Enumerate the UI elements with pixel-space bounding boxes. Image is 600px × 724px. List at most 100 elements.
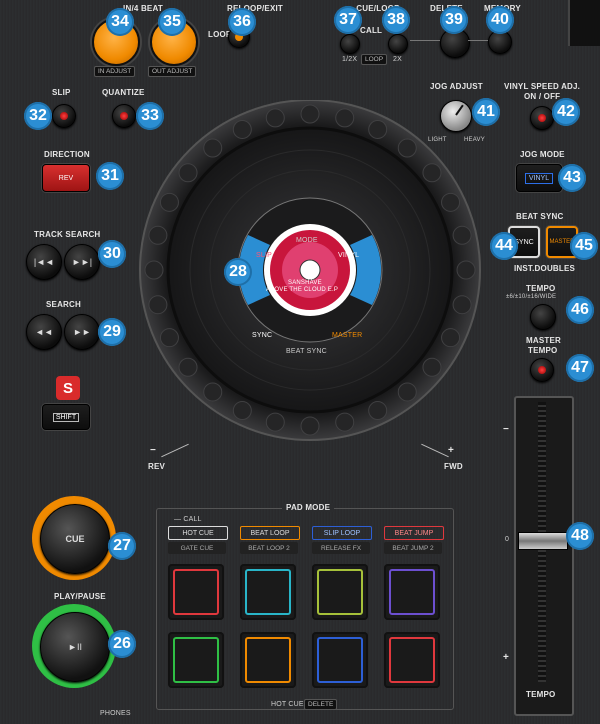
callout-30: 30 — [98, 240, 126, 268]
vinyl-mode-button[interactable]: VINYL — [516, 164, 562, 192]
jog-rim-dimple — [265, 412, 285, 432]
callout-39: 39 — [440, 6, 468, 34]
search-back-button[interactable]: ◄◄ — [26, 314, 62, 350]
delete-bottom-label: DELETE — [304, 699, 338, 710]
jog-rim-dimple — [368, 119, 388, 139]
slip-loop-mode-button[interactable]: SLIP LOOP — [312, 526, 372, 540]
dj-deck-panel: IN/4 BEAT IN ADJUST OUT ADJUST LOOP RELO… — [0, 0, 600, 724]
callout-29: 29 — [98, 318, 126, 346]
callout-38: 38 — [382, 6, 410, 34]
jog-rim-dimple — [441, 328, 461, 348]
tempo-plus-mark: + — [503, 652, 510, 663]
jog-rim-dimple — [397, 138, 417, 158]
performance-pad-5[interactable] — [168, 632, 224, 688]
phones-label: PHONES — [100, 710, 131, 717]
connector-line-2 — [468, 40, 488, 41]
vinyl-speed-label: VINYL SPEED ADJ. — [504, 82, 581, 91]
slip-button[interactable] — [52, 104, 76, 128]
pad-led-ring — [245, 569, 291, 615]
pad-led-ring — [389, 569, 435, 615]
vinyl-speed-button[interactable] — [530, 106, 554, 130]
track-search-prev-button[interactable]: |◄◄ — [26, 244, 62, 280]
skip-back-icon: |◄◄ — [33, 257, 55, 267]
performance-pad-8[interactable] — [384, 632, 440, 688]
slip-led-icon — [60, 112, 68, 120]
jog-rim-dimple — [335, 108, 355, 128]
jog-rim-dimple — [397, 382, 417, 402]
jog-rim-dimple — [265, 108, 285, 128]
pad-call-label: — CALL — [174, 516, 202, 523]
shift-indicator-badge: S — [56, 376, 80, 400]
pad-led-ring — [317, 569, 363, 615]
jog-rim-dimple — [232, 401, 252, 421]
performance-pad-6[interactable] — [240, 632, 296, 688]
jog-rim-dimple — [300, 416, 320, 436]
beat-loop-mode-button[interactable]: BEAT LOOP — [240, 526, 300, 540]
hot-cue-mode-button[interactable]: HOT CUE — [168, 526, 228, 540]
tempo-fader-handle[interactable] — [518, 532, 568, 550]
callout-26: 26 — [108, 630, 136, 658]
fast-forward-icon: ►► — [73, 327, 91, 337]
track-search-label: TRACK SEARCH — [34, 230, 101, 239]
performance-pad-3[interactable] — [312, 564, 368, 620]
callout-31: 31 — [96, 162, 124, 190]
callout-47: 47 — [566, 354, 594, 382]
search-label: SEARCH — [46, 300, 81, 309]
performance-pad-7[interactable] — [312, 632, 368, 688]
callout-41: 41 — [472, 98, 500, 126]
search-forward-button[interactable]: ►► — [64, 314, 100, 350]
jog-rim-dimple — [456, 260, 476, 280]
call-double-button[interactable] — [388, 34, 408, 54]
jog-rim-dimple — [452, 225, 472, 245]
top-right-frame — [568, 0, 600, 46]
pad-led-ring — [173, 569, 219, 615]
jog-adjust-label: JOG ADJUST — [430, 82, 483, 91]
pad-led-ring — [173, 637, 219, 683]
gate-cue-label: GATE CUE — [168, 542, 226, 554]
jog-adjust-knob[interactable] — [440, 100, 472, 132]
jog-sync-text: SYNC — [252, 332, 273, 339]
call-label: CALL — [360, 26, 383, 35]
performance-pad-4[interactable] — [384, 564, 440, 620]
knob-pointer-icon — [455, 104, 464, 116]
beat-loop-2-label: BEAT LOOP 2 — [240, 542, 298, 554]
slip-label: SLIP — [52, 88, 71, 97]
jog-artist-text: SANSHAVE — [288, 280, 322, 286]
callout-34: 34 — [106, 8, 134, 36]
hot-cue-bottom-label: HOT CUE — [268, 701, 307, 708]
rev-label: REV — [148, 462, 166, 471]
jog-master-text: MASTER — [332, 332, 363, 339]
play-pause-button[interactable]: ►II — [40, 612, 110, 682]
callout-45: 45 — [570, 232, 598, 260]
jog-rim-dimple — [452, 295, 472, 315]
shift-button[interactable]: SHIFT — [42, 404, 90, 430]
jog-rim-dimple — [203, 138, 223, 158]
track-search-next-button[interactable]: ►►| — [64, 244, 100, 280]
call-half-button[interactable] — [340, 34, 360, 54]
callout-46: 46 — [566, 296, 594, 324]
tempo-label: TEMPO — [526, 284, 556, 293]
pad-mode-label: PAD MODE — [282, 503, 335, 512]
fwd-label: FWD — [444, 462, 463, 471]
tempo-range-button[interactable] — [530, 304, 556, 330]
vinyl-speed-sub: ON / OFF — [524, 92, 561, 101]
jog-rim-dimple — [232, 119, 252, 139]
performance-pad-1[interactable] — [168, 564, 224, 620]
performance-pad-2[interactable] — [240, 564, 296, 620]
release-fx-label: RELEASE FX — [312, 542, 370, 554]
cue-button[interactable]: CUE — [40, 504, 110, 574]
beat-jump-mode-button[interactable]: BEAT JUMP — [384, 526, 444, 540]
double-label: 2X — [393, 56, 402, 63]
jog-rim-dimple — [335, 412, 355, 432]
jog-rim-dimple — [159, 192, 179, 212]
master-tempo-button[interactable] — [530, 358, 554, 382]
callout-42: 42 — [552, 98, 580, 126]
rev-button[interactable]: REV — [42, 164, 90, 192]
pad-led-ring — [245, 637, 291, 683]
inst-doubles-label: INST.DOUBLES — [514, 264, 576, 273]
jog-rim-dimple — [148, 295, 168, 315]
play-pause-label: PLAY/PAUSE — [54, 592, 106, 601]
master-tempo-sub: TEMPO — [528, 346, 558, 355]
shift-button-label: SHIFT — [52, 412, 80, 422]
jog-track-text: ABOVE THE CLOUD E.P — [266, 287, 339, 293]
